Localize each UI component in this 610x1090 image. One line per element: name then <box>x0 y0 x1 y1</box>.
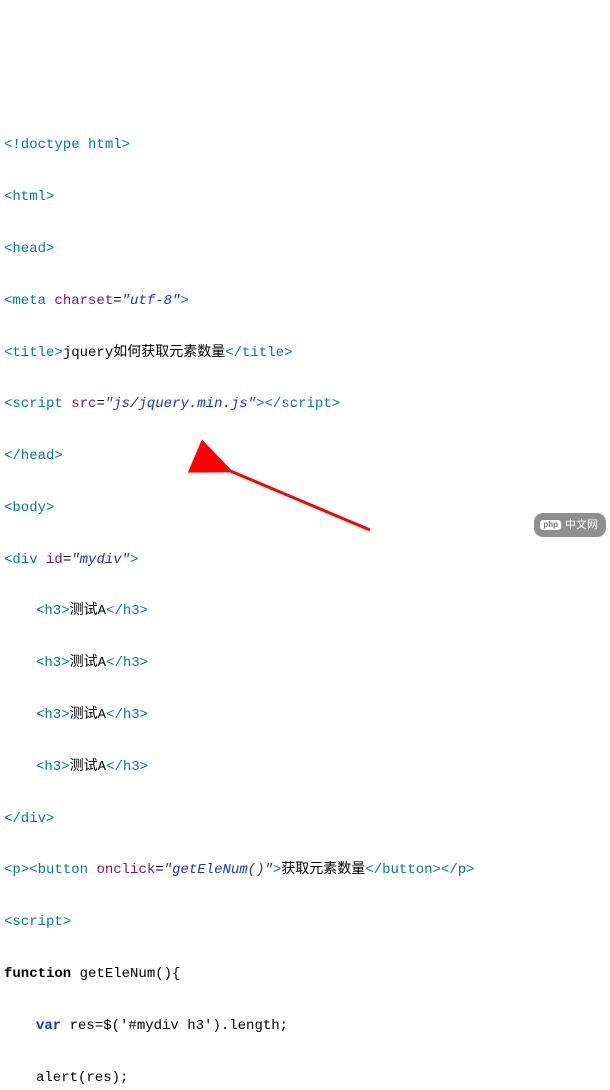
tag-body-open: <body> <box>4 500 54 516</box>
code-line-2: <html> <box>4 185 606 211</box>
keyword-var: var <box>36 1018 61 1034</box>
tag-h3-c: </h3> <box>106 707 148 723</box>
code-line-17: function getEleNum(){ <box>4 962 606 988</box>
attr-src: src <box>71 396 96 412</box>
val-charset: "utf-8" <box>122 293 181 309</box>
title-text: jquery如何获取元素数量 <box>63 345 225 361</box>
code-line-13: <h3>测试A</h3> <box>4 755 606 781</box>
button-text: 获取元素数量 <box>281 862 365 878</box>
code-line-8: <body> <box>4 496 606 522</box>
code-line-7: </head> <box>4 444 606 470</box>
code-line-16: <script> <box>4 910 606 936</box>
tag-h3-c: </h3> <box>106 759 148 775</box>
watermark-logo: php <box>540 520 561 530</box>
code-line-19: alert(res); <box>4 1066 606 1090</box>
tag-doctype: <!doctype html> <box>4 137 130 153</box>
tag-script-open-2: <script> <box>4 914 71 930</box>
alert-call: alert(res); <box>36 1070 128 1086</box>
keyword-function: function <box>4 966 71 982</box>
tag-h3: <h3> <box>36 655 70 671</box>
tag-div-open: <div <box>4 552 38 568</box>
tag-h3: <h3> <box>36 707 70 723</box>
code-line-6: <script src="js/jquery.min.js"></script> <box>4 392 606 418</box>
h3-text-4: 测试A <box>70 759 106 775</box>
code-line-18: var res=$('#mydiv h3').length; <box>4 1014 606 1040</box>
tag-h3-c: </h3> <box>106 603 148 619</box>
tag-html-open: <html> <box>4 189 54 205</box>
tag-meta: <meta <box>4 293 46 309</box>
tag-title-open: <title> <box>4 345 63 361</box>
code-line-10: <h3>测试A</h3> <box>4 599 606 625</box>
attr-id: id <box>46 552 63 568</box>
val-src: "js/jquery.min.js" <box>105 396 256 412</box>
tag-div-close: </div> <box>4 811 54 827</box>
fn-signature: getEleNum(){ <box>71 966 180 982</box>
tag-h3: <h3> <box>36 759 70 775</box>
code-line-9: <div id="mydiv"> <box>4 548 606 574</box>
attr-onclick: onclick <box>96 862 155 878</box>
code-line-14: </div> <box>4 807 606 833</box>
tag-h3-c: </h3> <box>106 655 148 671</box>
var-expr: res=$('#mydiv h3').length; <box>61 1018 288 1034</box>
tag-h3: <h3> <box>36 603 70 619</box>
tag-head-close: </head> <box>4 448 63 464</box>
code-line-3: <head> <box>4 237 606 263</box>
code-line-4: <meta charset="utf-8"> <box>4 289 606 315</box>
code-line-1: <!doctype html> <box>4 133 606 159</box>
val-onclick: "getEleNum()" <box>164 862 273 878</box>
tag-head-open: <head> <box>4 241 54 257</box>
attr-charset: charset <box>54 293 113 309</box>
tag-button-open: <button <box>29 862 88 878</box>
tag-p-open: <p> <box>4 862 29 878</box>
code-block: <!doctype html> <html> <head> <meta char… <box>4 108 606 1090</box>
code-line-15: <p><button onclick="getEleNum()">获取元素数量<… <box>4 858 606 884</box>
watermark-text: 中文网 <box>565 515 598 535</box>
code-line-12: <h3>测试A</h3> <box>4 703 606 729</box>
tag-title-close: </title> <box>225 345 292 361</box>
h3-text-2: 测试A <box>70 655 106 671</box>
h3-text-1: 测试A <box>70 603 106 619</box>
tag-script-open: <script <box>4 396 63 412</box>
code-line-11: <h3>测试A</h3> <box>4 651 606 677</box>
tag-script-close-1: </script> <box>265 396 341 412</box>
tag-p-close: </p> <box>441 862 475 878</box>
h3-text-3: 测试A <box>70 707 106 723</box>
code-line-5: <title>jquery如何获取元素数量</title> <box>4 341 606 367</box>
watermark: php 中文网 <box>534 513 606 537</box>
tag-button-close: </button> <box>365 862 441 878</box>
val-id: "mydiv" <box>71 552 130 568</box>
